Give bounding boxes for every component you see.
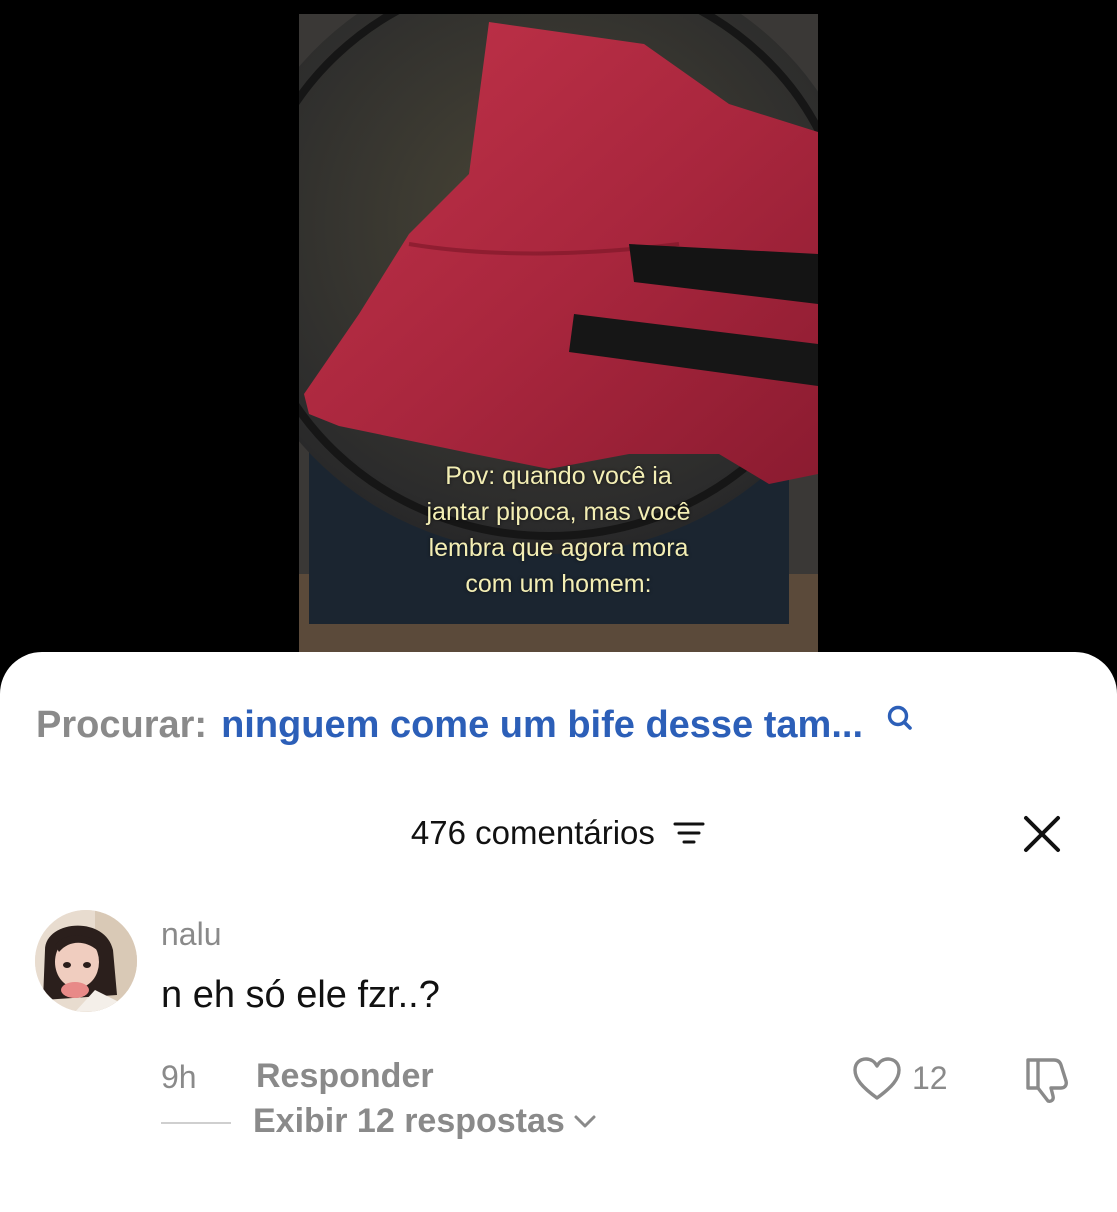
like-count: 12	[912, 1060, 948, 1096]
close-icon[interactable]	[1022, 814, 1062, 854]
view-replies-label: Exibir 12 respostas	[253, 1102, 565, 1140]
heart-icon[interactable]	[852, 1056, 902, 1102]
caption-line: lembra que agora mora	[428, 534, 689, 562]
comment-text: n eh só ele fzr..?	[161, 974, 440, 1016]
filter-icon[interactable]	[672, 819, 706, 847]
video-caption: Pov: quando você ia jantar pipoca, mas v…	[299, 458, 818, 602]
search-query-link[interactable]: ninguem come um bife desse tam...	[221, 704, 863, 747]
caption-line: jantar pipoca, mas você	[426, 498, 691, 526]
caption-line: com um homem:	[465, 570, 652, 598]
view-replies-button[interactable]: Exibir 12 respostas	[253, 1102, 597, 1141]
caption-line: Pov: quando você ia	[445, 462, 672, 490]
comment-timestamp: 9h	[161, 1059, 197, 1095]
comment-count: 476 comentários	[410, 814, 655, 852]
avatar[interactable]	[35, 910, 137, 1012]
comments-sheet: Procurar: ninguem come um bife desse tam…	[0, 652, 1117, 1212]
avatar-image	[35, 910, 137, 1012]
replies-divider	[161, 1122, 231, 1124]
video-player[interactable]: Pov: quando você ia jantar pipoca, mas v…	[299, 14, 818, 664]
search-icon[interactable]	[885, 703, 915, 733]
search-label: Procurar:	[36, 703, 208, 746]
comment-username[interactable]: nalu	[161, 916, 222, 953]
search-suggestion[interactable]: Procurar: ninguem come um bife desse tam…	[36, 700, 915, 750]
comments-header: 476 comentários	[0, 812, 1117, 856]
reply-button[interactable]: Responder	[256, 1057, 434, 1096]
chevron-down-icon	[574, 1115, 596, 1127]
dislike-icon[interactable]	[1020, 1054, 1074, 1104]
